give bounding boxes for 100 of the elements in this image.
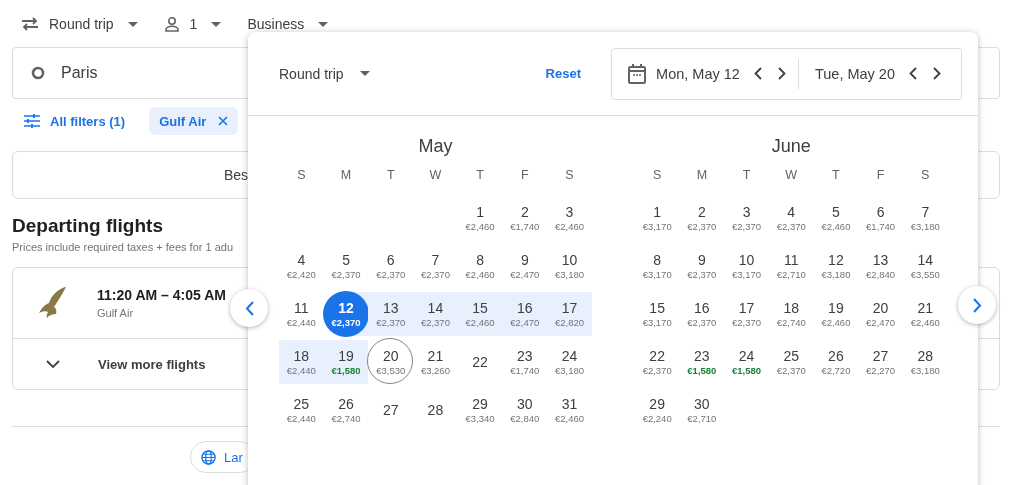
filter-sliders-icon xyxy=(24,114,40,128)
day-cell[interactable]: 12 €3,180 xyxy=(813,244,859,288)
day-price: €2,370 xyxy=(687,220,717,233)
day-cell[interactable]: 24 €1,580 xyxy=(724,340,769,384)
chevron-left-icon[interactable] xyxy=(753,67,762,80)
day-cell[interactable]: 14 €3,550 xyxy=(902,244,948,288)
day-cell[interactable]: 21 €3,260 xyxy=(413,340,458,384)
day-cell[interactable]: 18 €2,440 xyxy=(279,340,324,384)
weekday-label: F xyxy=(519,167,530,184)
day-cell[interactable]: 5 €2,370 xyxy=(323,244,369,288)
day-cell[interactable]: 4 €2,370 xyxy=(768,196,814,240)
day-price: €2,460 xyxy=(554,220,584,233)
day-cell[interactable]: 20 €3,530 xyxy=(368,340,414,384)
day-price: €2,470 xyxy=(866,316,896,329)
day-cell[interactable]: 22 xyxy=(457,340,503,384)
day-cell[interactable]: 25 €2,440 xyxy=(279,388,324,432)
next-month-button[interactable] xyxy=(958,286,996,324)
day-cell[interactable]: 22 €2,370 xyxy=(634,340,680,384)
day-cell[interactable]: 21 €2,460 xyxy=(902,292,948,336)
weekday-label: M xyxy=(339,167,353,184)
day-cell[interactable]: 11 €2,710 xyxy=(768,244,814,288)
day-cell[interactable]: 27 xyxy=(368,388,414,432)
day-cell[interactable]: 1 €2,460 xyxy=(457,196,503,240)
day-cell[interactable]: 23 €1,580 xyxy=(679,340,725,384)
day-cell[interactable]: 11 €2,440 xyxy=(279,292,324,336)
weekday-label: T xyxy=(741,167,752,184)
day-cell[interactable]: 16 €2,370 xyxy=(679,292,725,336)
day-cell[interactable]: 7 €3,180 xyxy=(902,196,948,240)
return-date[interactable]: Tue, May 20 xyxy=(814,65,895,82)
day-cell[interactable]: 30 €2,840 xyxy=(502,388,548,432)
day-cell[interactable]: 14 €2,370 xyxy=(413,292,458,336)
day-cell[interactable]: 12 €2,370 xyxy=(323,292,369,336)
day-price: €2,440 xyxy=(286,316,316,329)
day-price: €2,370 xyxy=(331,316,361,329)
day-cell[interactable]: 20 €2,470 xyxy=(858,292,903,336)
day-cell[interactable]: 26 €2,720 xyxy=(813,340,859,384)
day-cell[interactable]: 28 €3,180 xyxy=(902,340,948,384)
day-cell[interactable]: 24 €3,180 xyxy=(547,340,592,384)
day-cell[interactable]: 3 €2,370 xyxy=(724,196,769,240)
departure-date[interactable]: Mon, May 12 xyxy=(656,65,740,82)
day-cell[interactable]: 19 €2,460 xyxy=(813,292,859,336)
day-cell[interactable]: 15 €3,170 xyxy=(634,292,680,336)
reset-button[interactable]: Reset xyxy=(545,66,581,81)
weekday-label: S xyxy=(652,167,663,184)
day-cell[interactable]: 7 €2,370 xyxy=(413,244,458,288)
previous-month-button[interactable] xyxy=(230,289,268,327)
day-cell[interactable]: 25 €2,370 xyxy=(768,340,814,384)
day-price: €2,370 xyxy=(776,364,806,377)
trip-type-dropdown[interactable]: Round trip xyxy=(279,65,344,82)
day-price: €1,580 xyxy=(687,364,717,377)
weekday-label: F xyxy=(875,167,886,184)
sort-label[interactable]: Bes xyxy=(224,167,249,183)
day-cell[interactable]: 13 €2,840 xyxy=(858,244,903,288)
month-title: May xyxy=(417,136,454,158)
day-price: €2,840 xyxy=(510,412,540,425)
day-cell[interactable]: 1 €3,170 xyxy=(634,196,680,240)
day-cell[interactable]: 16 €2,470 xyxy=(502,292,548,336)
passenger-dropdown[interactable]: 1 xyxy=(189,16,198,32)
day-cell[interactable]: 29 €2,240 xyxy=(634,388,680,432)
chevron-right-icon[interactable] xyxy=(933,67,941,80)
day-cell[interactable]: 27 €2,270 xyxy=(858,340,903,384)
day-cell[interactable]: 17 €2,370 xyxy=(724,292,769,336)
day-cell[interactable]: 8 €3,170 xyxy=(634,244,680,288)
day-cell[interactable]: 28 xyxy=(413,388,458,432)
day-cell[interactable]: 9 €2,470 xyxy=(502,244,548,288)
all-filters-button[interactable]: All filters (1) xyxy=(50,113,126,129)
day-price: €2,440 xyxy=(286,412,316,425)
day-cell[interactable]: 18 €2,740 xyxy=(768,292,814,336)
chevron-right-icon[interactable] xyxy=(777,67,786,80)
day-cell[interactable]: 8 €2,460 xyxy=(457,244,503,288)
trip-type-dropdown[interactable]: Round trip xyxy=(49,16,114,32)
day-price: €2,740 xyxy=(331,412,361,425)
day-cell[interactable]: 9 €2,370 xyxy=(679,244,725,288)
day-cell[interactable]: 2 €2,370 xyxy=(679,196,725,240)
cabin-class-dropdown[interactable]: Business xyxy=(247,16,305,32)
day-cell[interactable]: 23 €1,740 xyxy=(502,340,548,384)
day-cell[interactable]: 19 €1,580 xyxy=(323,340,369,384)
day-price: €3,340 xyxy=(465,412,495,425)
day-cell[interactable]: 10 €3,170 xyxy=(724,244,769,288)
day-cell[interactable]: 5 €2,460 xyxy=(813,196,859,240)
day-cell[interactable]: 10 €3,180 xyxy=(547,244,592,288)
day-cell[interactable]: 6 €2,370 xyxy=(368,244,414,288)
day-price: €2,240 xyxy=(642,412,672,425)
day-cell[interactable]: 2 €1,740 xyxy=(502,196,548,240)
chevron-left-icon[interactable] xyxy=(909,67,917,80)
day-cell[interactable]: 30 €2,710 xyxy=(679,388,725,432)
day-cell[interactable]: 13 €2,370 xyxy=(368,292,414,336)
day-cell[interactable]: 3 €2,460 xyxy=(547,196,592,240)
view-more-flights-button[interactable]: View more flights xyxy=(98,356,206,372)
close-icon[interactable] xyxy=(218,116,229,126)
day-price: €1,580 xyxy=(331,364,361,377)
day-cell[interactable]: 17 €2,820 xyxy=(547,292,592,336)
day-cell[interactable]: 15 €2,460 xyxy=(457,292,503,336)
day-cell[interactable]: 29 €3,340 xyxy=(457,388,503,432)
day-cell[interactable]: 31 €2,460 xyxy=(547,388,592,432)
day-cell[interactable]: 26 €2,740 xyxy=(323,388,369,432)
day-cell[interactable]: 4 €2,420 xyxy=(279,244,324,288)
day-cell[interactable]: 6 €1,740 xyxy=(858,196,903,240)
filter-chip[interactable]: Gulf Air xyxy=(149,107,239,135)
weekday-label: T xyxy=(385,167,396,184)
